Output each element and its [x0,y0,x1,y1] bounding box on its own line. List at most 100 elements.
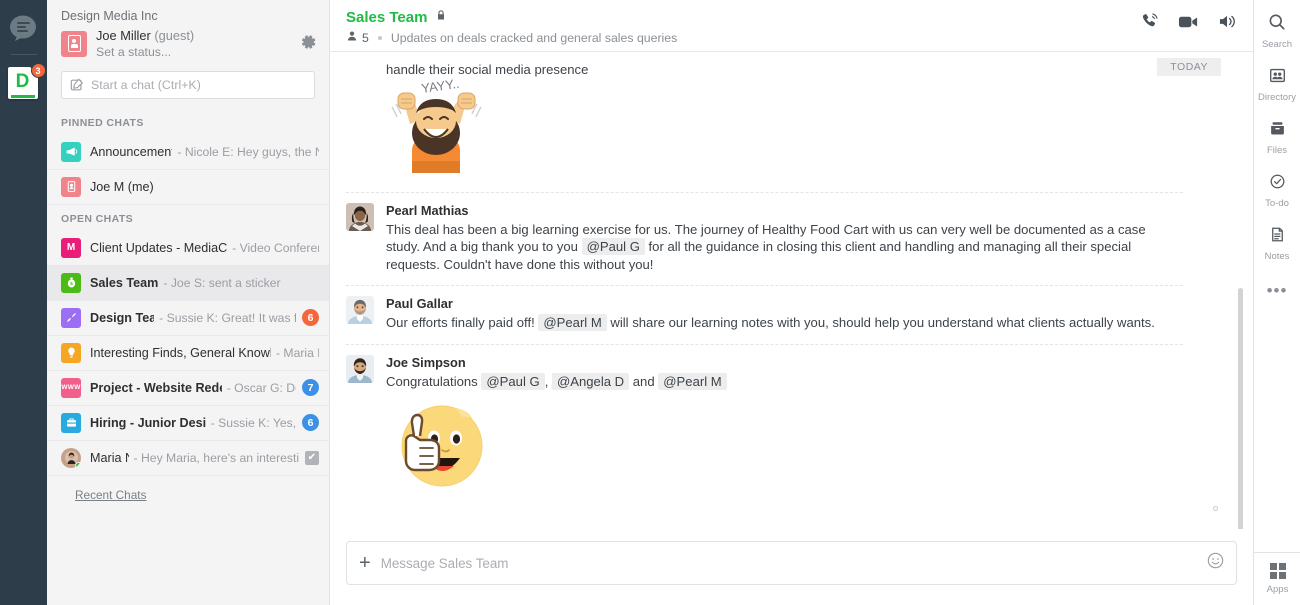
id-card-icon [61,177,81,197]
unread-badge: 6 [302,309,319,326]
message-text: Our efforts finally paid off! @Pearl M w… [386,314,1183,331]
document-app-icon[interactable]: D 3 [8,67,40,101]
id-card-avatar-icon [61,31,87,57]
chat-sidebar: Design Media Inc Joe Miller (guest) Set … [47,0,330,605]
rail-label: Directory [1258,92,1296,103]
chat-name: Hiring - Junior Designer [90,416,206,430]
chat-row-hiring-junior-designer[interactable]: Hiring - Junior Designer - Sussie K: Yes… [47,406,329,441]
message-scrollbar[interactable] [1238,288,1243,529]
open-chats-label: OPEN CHATS [47,205,329,231]
message-text-segment: Our efforts finally paid off! [386,315,538,330]
chat-name: Joe M (me) [90,180,154,194]
conversation-topic: Updates on deals cracked and general sal… [391,31,677,45]
chat-name: Sales Team [90,276,158,290]
thumbs-up-smiley-sticker[interactable] [386,396,1183,497]
yayy-caveman-sticker[interactable]: YAYY.. [346,77,1183,178]
status-dot [1213,506,1218,511]
mention-chip[interactable]: @Angela D [552,373,629,390]
doc-underline [11,95,35,98]
composer-area: + [330,529,1253,605]
current-user-row[interactable]: Joe Miller (guest) Set a status... [47,25,329,71]
conversation-title[interactable]: Sales Team [346,9,427,26]
chat-name: Maria N [90,451,129,465]
chat-row-announcements[interactable]: Announcements - Nicole E: Hey guys, the … [47,135,329,170]
chat-preview: - Maria N [276,346,319,360]
message-text: Congratulations @Paul G, @Angela D and @… [386,373,1183,390]
user-photo-avatar [61,448,81,468]
read-receipt-badge: ✔ [305,451,319,465]
rail-item-files[interactable]: Files [1254,120,1300,156]
rail-label: To-do [1265,198,1289,209]
recent-chats-link[interactable]: Recent Chats [61,476,160,514]
rail-item-todo[interactable]: To-do [1254,173,1300,209]
start-chat-input[interactable] [91,78,306,92]
mention-chip[interactable]: @Pearl M [538,314,606,331]
app-root: D 3 Design Media Inc Joe Miller (guest) … [0,0,1300,605]
conversation-panel: Sales Team 5 Updates on deals cracked an… [330,0,1253,605]
chat-preview: - Oscar G: Do... [227,381,296,395]
set-status-link[interactable]: Set a status... [96,44,194,61]
unread-badge: 7 [302,379,319,396]
org-name: Design Media Inc [47,0,329,25]
rail-item-apps[interactable]: Apps [1254,552,1300,595]
todo-check-icon [1269,173,1286,195]
chat-preview: - Joe S: sent a sticker [163,276,319,290]
pearl-avatar[interactable] [346,203,374,231]
message-text-segment: will share our learning notes with you, … [607,315,1155,330]
gear-icon[interactable] [301,34,317,50]
online-indicator [75,462,81,468]
chat-name: Interesting Finds, General Knowledge [90,346,271,360]
chat-name: Project - Website Redesign [90,381,222,395]
left-app-rail: D 3 [0,0,47,605]
paul-avatar[interactable] [346,296,374,324]
chat-row-joe-m-me[interactable]: Joe M (me) [47,170,329,205]
chat-row-maria-n[interactable]: Maria N - Hey Maria, here's an interesti… [47,441,329,476]
mention-chip[interactable]: @Pearl M [658,373,726,390]
speaker-icon[interactable] [1218,13,1237,35]
message-text: handle their social media presence [346,62,1183,77]
chat-row-design-team[interactable]: Design Team - Sussie K: Great! It was fu… [47,301,329,336]
chat-row-interesting-finds[interactable]: Interesting Finds, General Knowledge - M… [47,336,329,371]
money-bag-icon: $ [61,273,81,293]
more-dots-icon[interactable]: ••• [1267,281,1288,301]
smiley-icon[interactable] [1207,552,1224,574]
rail-item-search[interactable]: Search [1254,13,1300,50]
start-chat-box[interactable] [61,71,315,99]
unread-badge: 6 [302,414,319,431]
message-composer[interactable]: + [346,541,1237,585]
chat-preview: - Sussie K: Yes, o... [211,416,296,430]
rail-divider [11,54,37,55]
audio-call-icon[interactable] [1140,12,1159,36]
add-attachment-icon[interactable]: + [359,553,371,573]
chat-preview: - Hey Maria, here's an interesting... [134,451,299,465]
start-chat-wrap [47,71,329,109]
rail-item-notes[interactable]: Notes [1254,226,1300,262]
lightbulb-icon [61,343,81,363]
mention-chip[interactable]: @Paul G [582,238,645,255]
message-partial: handle their social media presence [346,52,1183,193]
date-divider: TODAY [1157,58,1221,76]
pinned-chats-label: PINNED CHATS [47,109,329,135]
apps-grid-icon [1270,563,1286,579]
rail-item-directory[interactable]: Directory [1254,67,1300,103]
briefcase-icon [61,413,81,433]
letter-m-icon: M [61,238,81,258]
message-input[interactable] [381,556,1207,571]
chat-row-client-updates-mediacom[interactable]: M Client Updates - MediaCom - Video Conf… [47,231,329,266]
conversation-header: Sales Team 5 Updates on deals cracked an… [330,0,1253,52]
message-author: Joe Simpson [386,355,1183,370]
chat-row-project-website-redesign[interactable]: WWW Project - Website Redesign - Oscar G… [47,371,329,406]
search-icon [1268,13,1286,36]
www-icon: WWW [61,378,81,398]
svg-text:$: $ [70,281,73,287]
message-list: TODAY handle their social media presence [330,52,1253,529]
chat-bubble-logo-icon[interactable] [7,12,41,44]
mention-chip[interactable]: @Paul G [481,373,544,390]
megaphone-icon [61,142,81,162]
video-call-icon[interactable] [1178,14,1199,35]
chat-row-sales-team[interactable]: $ Sales Team - Joe S: sent a sticker [47,266,329,301]
message-text-segment: Congratulations [386,374,481,389]
svg-text:YAYY..: YAYY.. [420,77,460,96]
rail-label: Files [1267,145,1287,156]
joe-avatar[interactable] [346,355,374,383]
